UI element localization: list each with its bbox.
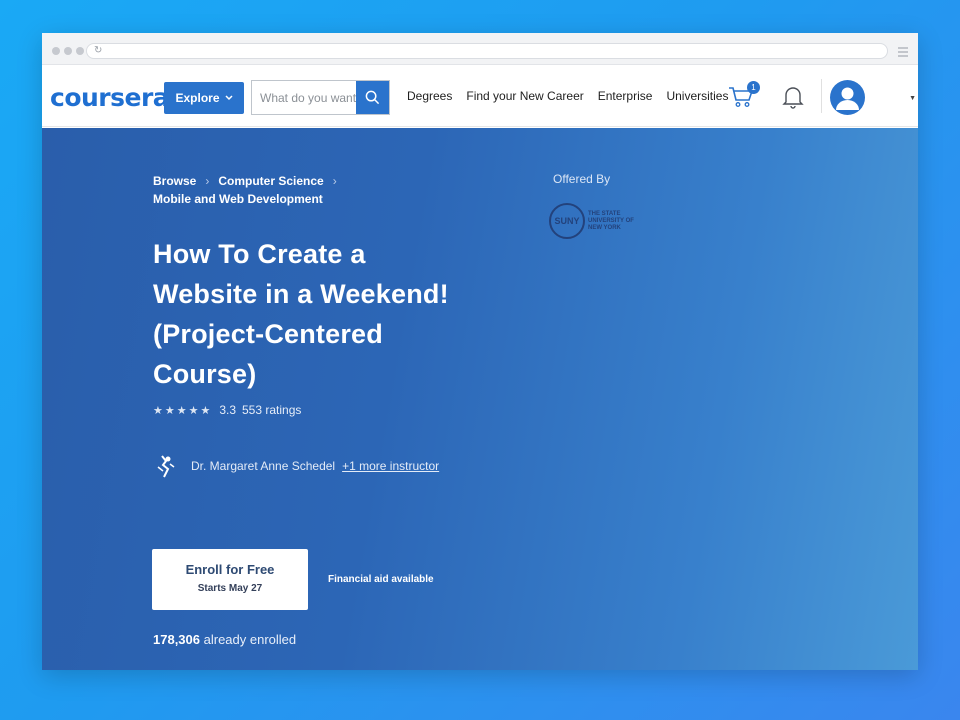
window-controls[interactable]	[52, 47, 84, 55]
bell-icon	[782, 87, 804, 109]
avatar[interactable]	[830, 80, 865, 115]
cart-count-badge: 1	[747, 81, 760, 94]
suny-logo[interactable]: SUNY THE STATE UNIVERSITY OF NEW YORK	[549, 203, 648, 239]
search-box	[251, 80, 390, 115]
breadcrumb-item-mobile-web[interactable]: Mobile and Web Development	[153, 192, 323, 206]
rating-value: 3.3	[219, 403, 236, 417]
course-rating: ★★★★★ 3.3 553 ratings	[153, 403, 301, 417]
site-header: coursera Explore Degrees Find your New C…	[42, 65, 918, 127]
chevron-right-icon: ›	[332, 174, 337, 188]
nav-link-find-career[interactable]: Find your New Career	[466, 89, 583, 103]
more-instructors-link[interactable]: +1 more instructor	[342, 459, 439, 473]
breadcrumb: Browse › Computer Science › Mobile and Web …	[153, 172, 346, 208]
account-chevron-down-icon[interactable]: ▼	[909, 95, 916, 102]
ratings-count[interactable]: 553 ratings	[242, 403, 301, 417]
chevron-down-icon	[224, 95, 233, 101]
instructor-name[interactable]: Dr. Margaret Anne Schedel	[191, 459, 335, 473]
nav-link-universities[interactable]: Universities	[666, 89, 728, 103]
explore-button[interactable]: Explore	[164, 82, 244, 114]
enroll-button[interactable]: Enroll for Free Starts May 27	[152, 549, 308, 610]
suny-seal: SUNY	[549, 203, 585, 239]
search-button[interactable]	[356, 81, 389, 114]
cart-button[interactable]: 1	[728, 81, 760, 113]
enrolled-number: 178,306	[153, 632, 200, 647]
nav-links: Degrees Find your New Career Enterprise …	[407, 89, 728, 103]
address-bar[interactable]	[86, 43, 888, 59]
browser-chrome: ↻	[42, 33, 918, 65]
user-icon	[836, 87, 859, 110]
offered-by-label: Offered By	[553, 172, 611, 186]
header-divider	[821, 79, 822, 113]
instructor-row: Dr. Margaret Anne Schedel +1 more instru…	[153, 453, 439, 479]
chevron-right-icon: ›	[205, 174, 210, 188]
page-title: How To Create a Website in a Weekend! (P…	[153, 239, 449, 389]
search-input[interactable]	[252, 81, 356, 114]
course-hero: Browse › Computer Science › Mobile and Web …	[42, 128, 918, 670]
search-icon	[365, 90, 380, 105]
rating-stars-icon: ★★★★★	[153, 404, 213, 417]
enrolled-count: 178,306 already enrolled	[153, 632, 296, 647]
breadcrumb-item-computer-science[interactable]: Computer Science	[218, 174, 323, 188]
instructor-photo[interactable]	[153, 453, 179, 479]
notifications-button[interactable]	[782, 85, 804, 114]
nav-link-enterprise[interactable]: Enterprise	[598, 89, 653, 103]
coursera-logo[interactable]: coursera	[50, 83, 170, 112]
browser-window: ↻ coursera Explore Degrees Find your New…	[42, 33, 918, 670]
financial-aid-link[interactable]: Financial aid available	[328, 574, 434, 585]
start-date: Starts May 27	[197, 583, 263, 594]
nav-link-degrees[interactable]: Degrees	[407, 89, 452, 103]
explore-label: Explore	[175, 91, 220, 105]
enroll-label: Enroll for Free	[185, 562, 275, 577]
browser-menu-icon[interactable]	[898, 47, 908, 59]
suny-wordmark: THE STATE UNIVERSITY OF NEW YORK	[588, 210, 634, 231]
enrolled-text: already enrolled	[203, 632, 297, 647]
breadcrumb-item-browse[interactable]: Browse	[153, 174, 196, 188]
reload-icon[interactable]: ↻	[94, 45, 102, 57]
